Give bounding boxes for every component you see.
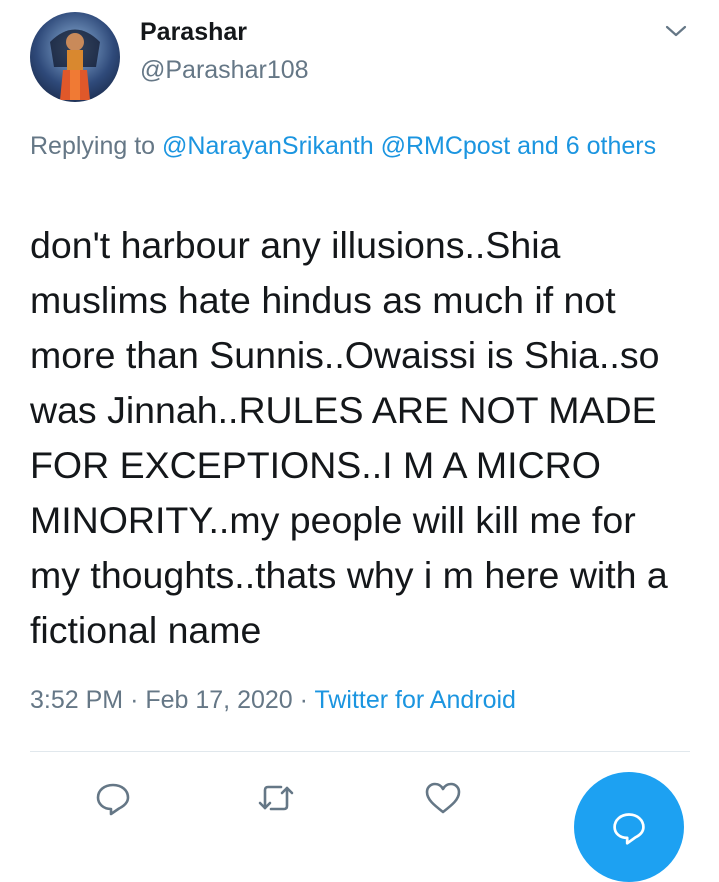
tweet-time[interactable]: 3:52 PM bbox=[30, 686, 123, 714]
avatar[interactable] bbox=[30, 12, 120, 102]
tweet-text: don't harbour any illusions..Shia muslim… bbox=[30, 224, 668, 651]
tweet-source[interactable]: Twitter for Android bbox=[314, 686, 515, 714]
like-icon bbox=[425, 782, 461, 814]
meta-separator: · bbox=[130, 686, 139, 714]
reply-icon bbox=[96, 783, 130, 816]
author-handle[interactable]: @Parashar108 bbox=[140, 56, 309, 85]
chevron-down-icon[interactable] bbox=[663, 20, 689, 42]
compose-reply-icon bbox=[613, 813, 645, 845]
like-button[interactable] bbox=[423, 778, 463, 818]
retweet-icon bbox=[258, 785, 294, 811]
tweet-date[interactable]: Feb 17, 2020 bbox=[145, 686, 292, 714]
author-display-name[interactable]: Parashar bbox=[140, 18, 247, 47]
mention-rmcpost[interactable]: @RMCpost bbox=[381, 132, 511, 160]
replying-to: Replying to @NarayanSrikanth @RMCpost an… bbox=[30, 128, 670, 164]
reply-button[interactable] bbox=[93, 778, 133, 818]
replying-prefix: Replying to bbox=[30, 132, 163, 160]
mention-others[interactable]: and 6 others bbox=[517, 132, 656, 160]
meta-separator: · bbox=[299, 686, 308, 714]
divider bbox=[30, 751, 690, 752]
mention-narayansrikanth[interactable]: @NarayanSrikanth bbox=[162, 132, 374, 160]
tweet-meta: 3:52 PM · Feb 17, 2020 · Twitter for And… bbox=[30, 686, 516, 715]
avatar-figure-icon bbox=[50, 29, 100, 100]
compose-reply-button[interactable] bbox=[574, 772, 684, 882]
retweet-button[interactable] bbox=[256, 778, 296, 818]
